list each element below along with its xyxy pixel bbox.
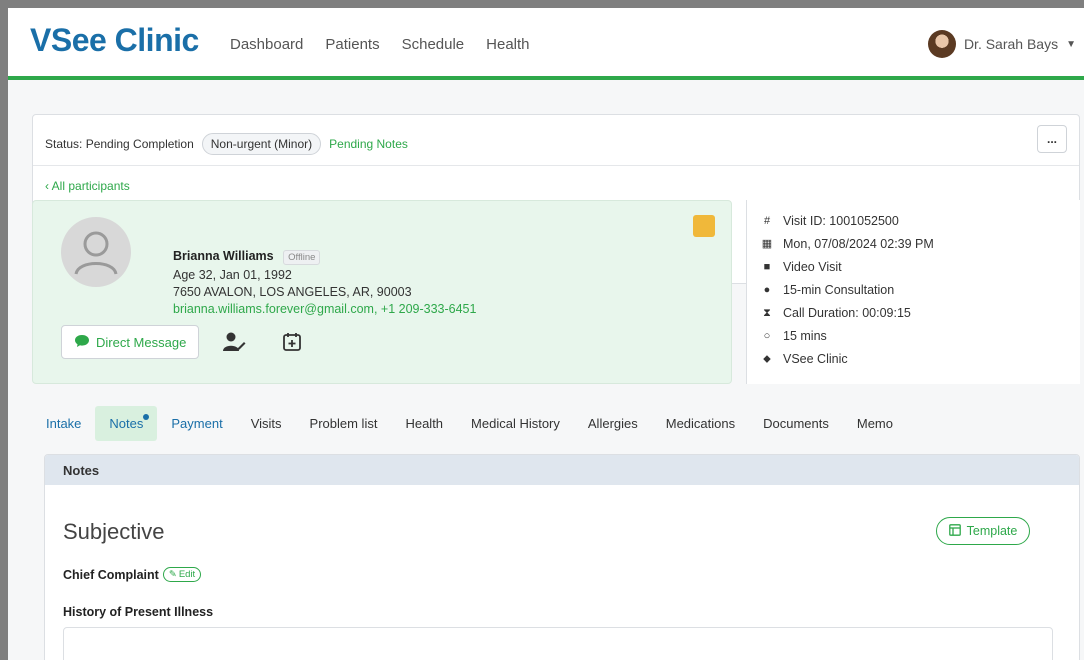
tab-problem-list[interactable]: Problem list <box>296 406 392 441</box>
visit-type: Video Visit <box>783 260 842 274</box>
top-navigation-bar: VSee Clinic Dashboard Patients Schedule … <box>8 8 1084 80</box>
map-pin-icon: ⬥ <box>763 353 771 365</box>
tab-documents[interactable]: Documents <box>749 406 843 441</box>
chat-bubble-icon <box>74 334 90 351</box>
direct-message-label: Direct Message <box>96 334 187 350</box>
section-title-subjective: Subjective <box>63 519 165 544</box>
nav-patients[interactable]: Patients <box>325 36 379 53</box>
visit-datetime-row: ▦ Mon, 07/08/2024 02:39 PM <box>761 233 1080 256</box>
visit-location-row: ⬥ VSee Clinic <box>761 348 1080 371</box>
visit-id: Visit ID: 1001052500 <box>783 214 899 228</box>
edit-button[interactable]: ✎ Edit <box>162 567 202 582</box>
app-window: VSee Clinic Dashboard Patients Schedule … <box>8 8 1084 660</box>
presence-badge: Offline <box>283 250 321 265</box>
patient-address: 7650 AVALON, LOS ANGELES, AR, 90003 <box>173 285 412 299</box>
vsee-clinic-logo[interactable]: VSee Clinic <box>30 22 199 59</box>
assign-user-icon[interactable] <box>221 329 247 355</box>
patient-age-dob: Age 32, Jan 01, 1992 <box>173 268 292 282</box>
direct-message-button[interactable]: Direct Message <box>61 325 200 359</box>
hourglass-icon: ⧗ <box>763 307 771 319</box>
status-text: Status: Pending Completion <box>45 137 194 151</box>
divider <box>33 165 1079 166</box>
tab-medications[interactable]: Medications <box>652 406 749 441</box>
chief-complaint-text: Chief Complaint <box>63 567 159 582</box>
hpi-textarea[interactable] <box>63 627 1053 660</box>
user-name: Dr. Sarah Bays <box>963 36 1059 52</box>
user-menu[interactable]: Dr. Sarah Bays ▼ <box>927 30 1076 58</box>
visit-datetime: Mon, 07/08/2024 02:39 PM <box>783 237 934 251</box>
nav-dashboard[interactable]: Dashboard <box>230 36 303 53</box>
visit-consultation: 15-min Consultation <box>783 283 895 297</box>
visit-length-row: ○ 15 mins <box>761 325 1080 348</box>
info-icon: ● <box>763 284 771 296</box>
all-participants-label: All participants <box>51 179 130 193</box>
visit-location: VSee Clinic <box>783 352 848 366</box>
severity-badge[interactable]: Non-urgent (Minor) <box>201 133 322 155</box>
notes-header: Notes <box>45 455 1079 485</box>
visit-id-row: # Visit ID: 1001052500 <box>761 210 1080 233</box>
visit-type-row: ■ Video Visit <box>761 256 1080 279</box>
tab-allergies[interactable]: Allergies <box>574 406 652 441</box>
template-icon <box>948 523 961 539</box>
template-button[interactable]: Template <box>935 517 1031 545</box>
tab-medical-history[interactable]: Medical History <box>457 406 574 441</box>
tab-visits[interactable]: Visits <box>237 406 296 441</box>
chevron-down-icon: ▼ <box>1066 38 1076 50</box>
pencil-icon: ✎ <box>168 569 177 580</box>
main-nav: Dashboard Patients Schedule Health <box>230 36 530 53</box>
video-camera-icon: ■ <box>763 261 771 273</box>
calendar-icon: ▦ <box>761 238 773 250</box>
patient-contact[interactable]: brianna.williams.forever@gmail.com, +1 2… <box>173 301 476 318</box>
hash-icon: # <box>763 215 771 227</box>
person-outline-icon <box>74 231 118 275</box>
tab-notes[interactable]: Notes <box>95 406 158 441</box>
visit-detail: Status: Pending Completion Non-urgent (M… <box>32 114 1080 660</box>
template-highlight: Template <box>925 504 1041 558</box>
calendar-plus-icon[interactable] <box>279 329 305 355</box>
chief-complaint-label: Chief Complaint ✎ Edit <box>63 567 202 582</box>
tab-notes-label: Notes <box>109 416 144 431</box>
sticky-note-icon[interactable] <box>693 215 715 237</box>
call-duration-row: ⧗ Call Duration: 00:09:15 <box>761 302 1080 325</box>
nav-health[interactable]: Health <box>486 36 529 53</box>
clock-icon: ○ <box>763 330 771 342</box>
tab-intake[interactable]: Intake <box>32 406 95 441</box>
user-avatar <box>927 30 956 58</box>
template-label: Template <box>966 524 1018 538</box>
pending-notes-link[interactable]: Pending Notes <box>329 137 408 151</box>
visit-consultation-row: ● 15-min Consultation <box>761 279 1080 302</box>
nav-schedule[interactable]: Schedule <box>402 36 465 53</box>
edit-label: Edit <box>178 569 196 580</box>
more-options-button[interactable]: ... <box>1037 125 1067 153</box>
patient-name: Brianna Williams Offline <box>173 249 321 265</box>
tab-health[interactable]: Health <box>391 406 457 441</box>
patient-details: Age 32, Jan 01, 1992 7650 AVALON, LOS AN… <box>173 267 476 318</box>
call-duration: Call Duration: 00:09:15 <box>783 306 911 320</box>
patient-tabs: Intake Notes Payment Visits Problem list… <box>32 406 907 441</box>
patient-name-text: Brianna Williams <box>173 249 274 263</box>
notification-dot <box>143 414 150 420</box>
notes-panel: Notes Subjective Chief Complaint ✎ Edit H… <box>44 454 1080 660</box>
patient-avatar-icon <box>61 217 131 287</box>
visit-length: 15 mins <box>783 329 827 343</box>
visit-info-panel: # Visit ID: 1001052500 ▦ Mon, 07/08/2024 0… <box>746 200 1080 384</box>
all-participants-link[interactable]: ‹ All participants <box>45 179 130 193</box>
tab-payment[interactable]: Payment <box>157 406 236 441</box>
hpi-label: History of Present Illness <box>63 605 214 619</box>
patient-info-panel: Brianna Williams Offline Age 32, Jan 01,… <box>32 200 732 384</box>
tab-memo[interactable]: Memo <box>843 406 907 441</box>
status-row: Status: Pending Completion Non-urgent (M… <box>45 133 408 155</box>
